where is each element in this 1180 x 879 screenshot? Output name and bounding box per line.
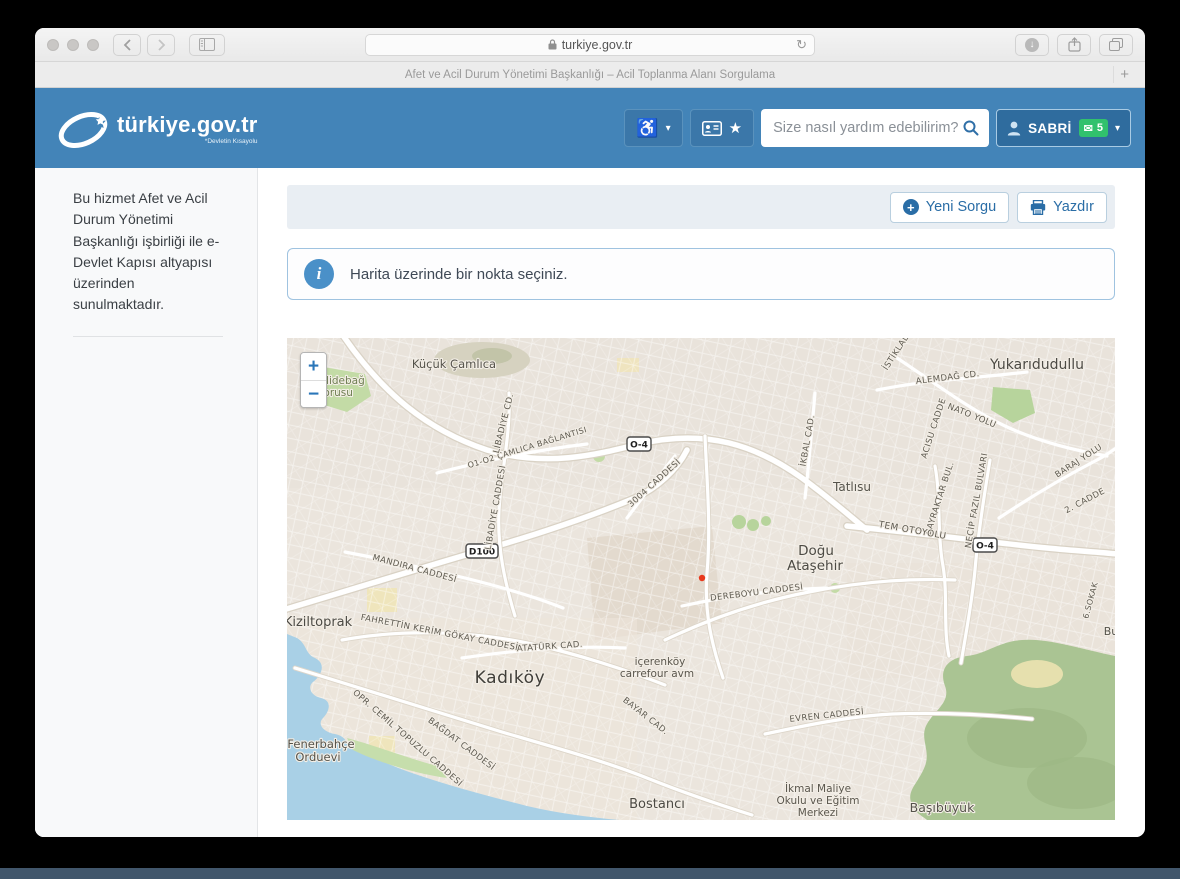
map-label: carrefour avm	[620, 668, 694, 680]
chevron-left-icon	[123, 39, 132, 51]
printer-icon	[1030, 200, 1046, 215]
user-name: SABRİ	[1028, 121, 1072, 136]
sidebar-divider	[73, 336, 223, 337]
service-note: Bu hizmet Afet ve Acil Durum Yönetimi Ba…	[73, 188, 225, 316]
map-label: Küçük Çamlıca	[412, 357, 496, 371]
map-label: Bu	[1104, 625, 1115, 638]
logo-text: türkiye.gov.tr	[117, 114, 258, 136]
plus-circle-icon: +	[903, 199, 919, 215]
share-button[interactable]	[1057, 34, 1091, 56]
minimize-window-button[interactable]	[67, 39, 79, 51]
tabs-overview-button[interactable]	[1099, 34, 1133, 56]
forward-button[interactable]	[147, 34, 175, 56]
message-count: 5	[1097, 122, 1103, 134]
map-marker-dot	[699, 575, 705, 581]
quick-access-button[interactable]: ★	[690, 109, 754, 147]
refresh-icon[interactable]: ↻	[796, 37, 807, 53]
logo-tagline: *Devletin Kısayolu	[117, 138, 258, 145]
back-button[interactable]	[113, 34, 141, 56]
svg-text:O-4: O-4	[630, 441, 648, 451]
user-icon	[1007, 121, 1021, 136]
map-canvas[interactable]: O-4O-4D100 Küçük ÇamlıcaValidebağKorusuY…	[287, 338, 1115, 820]
sidebar-icon	[199, 38, 215, 51]
map-label: Doğu	[798, 543, 834, 559]
map-label: içerenköy	[635, 656, 686, 668]
map-label: Kadıköy	[475, 668, 546, 688]
chevron-right-icon	[157, 39, 166, 51]
map-zoom-control: + −	[300, 352, 327, 408]
address-bar[interactable]: turkiye.gov.tr ↻	[365, 34, 815, 56]
map-label: Fenerbahçe	[287, 737, 354, 751]
tab-title[interactable]: Afet ve Acil Durum Yönetimi Başkanlığı –…	[405, 69, 775, 81]
map-label: Tatlısu	[832, 480, 871, 494]
print-label: Yazdır	[1053, 199, 1094, 215]
download-icon: ↓	[1025, 38, 1039, 52]
user-menu-button[interactable]: SABRİ ✉ 5 ▾	[996, 109, 1131, 147]
map-label: Kiziltoprak	[287, 615, 353, 630]
chevron-down-icon: ▾	[666, 123, 671, 134]
close-window-button[interactable]	[47, 39, 59, 51]
browser-titlebar: turkiye.gov.tr ↻ ↓	[35, 28, 1145, 62]
wheelchair-icon: ♿	[636, 118, 658, 139]
search-icon[interactable]	[963, 120, 979, 136]
action-toolbar: + Yeni Sorgu Yazdır	[287, 185, 1115, 229]
road-shield: O-4	[627, 437, 651, 451]
accessibility-button[interactable]: ♿ ▾	[624, 109, 682, 147]
lock-icon	[548, 39, 557, 50]
url-text: turkiye.gov.tr	[562, 38, 633, 52]
logo-swoosh-icon	[55, 104, 113, 152]
id-card-icon	[702, 121, 722, 136]
left-sidebar: Bu hizmet Afet ve Acil Durum Yönetimi Ba…	[35, 168, 258, 837]
site-header: türkiye.gov.tr *Devletin Kısayolu ♿ ▾ ★ …	[35, 88, 1145, 168]
map-label: Bostancı	[629, 797, 685, 812]
tab-bar: Afet ve Acil Durum Yönetimi Başkanlığı –…	[35, 62, 1145, 88]
zoom-window-button[interactable]	[87, 39, 99, 51]
chevron-down-icon: ▾	[1115, 123, 1120, 134]
map-label: Merkezi	[798, 807, 838, 819]
screen-bottom-strip	[0, 868, 1180, 879]
search-input[interactable]	[773, 120, 963, 136]
main-content: + Yeni Sorgu Yazdır i Harita üzerinde bi…	[258, 168, 1145, 837]
print-button[interactable]: Yazdır	[1017, 192, 1107, 223]
downloads-button[interactable]: ↓	[1015, 34, 1049, 56]
share-icon	[1068, 37, 1081, 52]
new-tab-button[interactable]: +	[1113, 66, 1135, 83]
svg-text:O-4: O-4	[976, 542, 994, 552]
alert-message: Harita üzerinde bir nokta seçiniz.	[350, 266, 568, 283]
sidebar-toggle-button[interactable]	[189, 34, 225, 56]
map-label: Orduevi	[295, 750, 340, 764]
star-icon: ★	[729, 119, 742, 137]
info-icon: i	[304, 259, 334, 289]
map-image: O-4O-4D100 Küçük ÇamlıcaValidebağKorusuY…	[287, 338, 1115, 820]
window-controls	[47, 39, 99, 51]
new-query-button[interactable]: + Yeni Sorgu	[890, 192, 1009, 223]
browser-window: turkiye.gov.tr ↻ ↓ Afet ve Acil Durum Yö…	[35, 28, 1145, 837]
map-label: Okulu ve Eğitim	[776, 795, 859, 807]
messages-badge[interactable]: ✉ 5	[1079, 119, 1108, 137]
zoom-out-button[interactable]: −	[301, 380, 326, 407]
new-query-label: Yeni Sorgu	[926, 199, 996, 215]
envelope-icon: ✉	[1084, 122, 1093, 135]
map-label: Yukarıdudullu	[989, 357, 1084, 373]
info-alert: i Harita üzerinde bir nokta seçiniz.	[287, 248, 1115, 300]
map-label: İkmal Maliye	[785, 782, 851, 795]
tabs-icon	[1109, 38, 1123, 51]
road-shield: O-4	[973, 538, 997, 552]
zoom-in-button[interactable]: +	[301, 353, 326, 380]
site-search	[761, 109, 989, 147]
map-label: Başıbüyük	[910, 800, 975, 815]
site-logo[interactable]: türkiye.gov.tr *Devletin Kısayolu	[55, 104, 258, 152]
map-label: Ataşehir	[787, 558, 843, 574]
